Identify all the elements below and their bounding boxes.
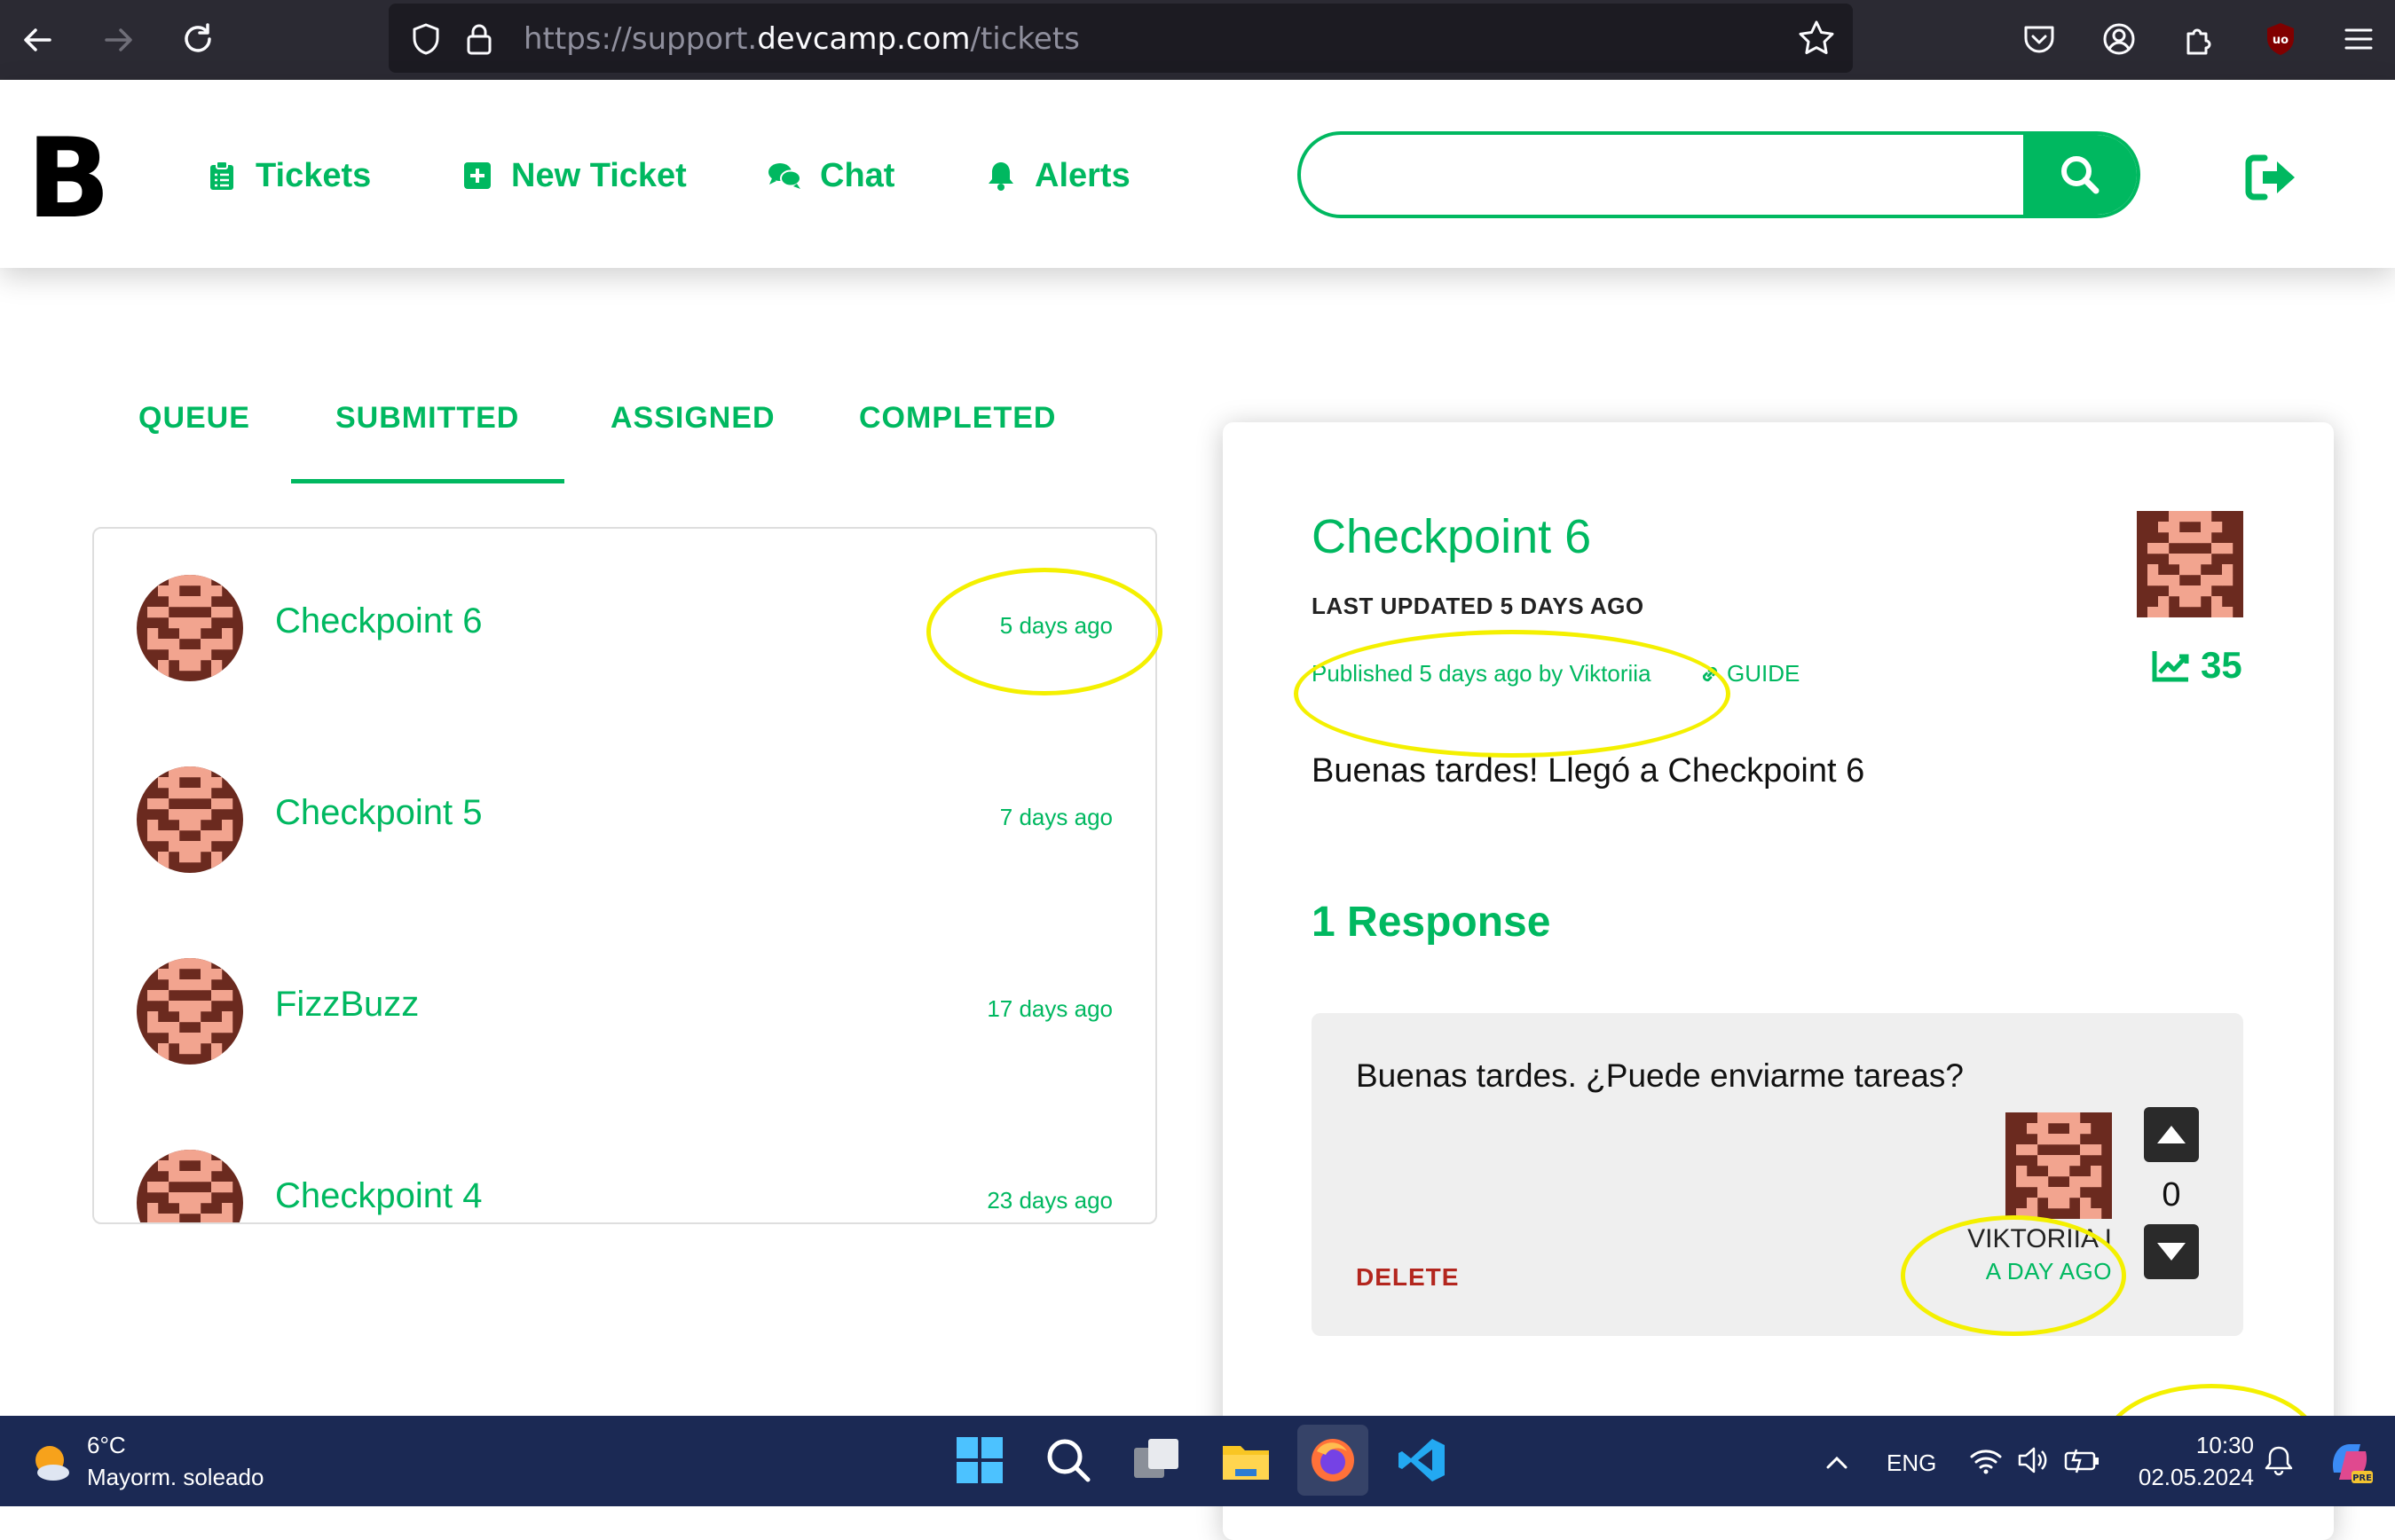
nav-new-ticket[interactable]: New Ticket [461,151,687,200]
nav-alerts-label: Alerts [1035,156,1131,194]
tab-completed[interactable]: COMPLETED [859,401,1056,436]
ticket-time: 7 days ago [999,804,1113,830]
url-domain: devcamp.com [757,21,971,57]
menu-icon[interactable] [2339,20,2378,59]
avatar [137,766,243,873]
language-indicator[interactable]: ENG [1887,1450,1936,1477]
nav-chat-label: Chat [820,156,895,194]
clipboard-icon [210,161,233,190]
nav-tickets[interactable]: Tickets [206,151,371,200]
responses-heading: 1 Response [1312,899,1551,946]
caret-up-icon [2157,1126,2186,1143]
highlight-circle [1901,1215,2126,1336]
chat-bubbles-icon [768,163,801,189]
nav-tickets-label: Tickets [256,156,372,194]
task-view-icon[interactable] [1131,1434,1184,1487]
forward-icon[interactable] [98,20,138,60]
response-avatar [2005,1112,2112,1220]
guide-label: GUIDE [1727,660,1800,687]
logout-icon[interactable] [2241,149,2298,206]
avatar [137,1150,243,1222]
search-icon [2061,156,2100,194]
weather-sun-icon[interactable] [23,1437,76,1490]
windows-start-icon[interactable] [953,1434,1006,1487]
upvote-button[interactable] [2144,1107,2199,1162]
url-path: /tickets [970,21,1080,57]
response-text: Buenas tardes. ¿Puede enviarme tareas? [1356,1057,1964,1094]
ticket-time: 23 days ago [987,1187,1113,1214]
detail-title: Checkpoint 6 [1312,510,1592,563]
weather-temperature[interactable]: 6°C [87,1432,126,1459]
author-avatar [2137,511,2243,618]
avatar [137,575,243,681]
weather-description[interactable]: Mayorm. soleado [87,1464,264,1491]
wifi-icon[interactable] [1968,1442,2004,1478]
downvote-button[interactable] [2144,1224,2199,1279]
tab-assigned[interactable]: ASSIGNED [611,401,776,436]
caret-down-icon [2157,1243,2186,1261]
nav-chat[interactable]: Chat [767,151,894,200]
ublock-icon[interactable]: uo [2261,20,2300,59]
view-count-value: 35 [2201,644,2242,686]
plus-square-icon [464,162,491,189]
tray-chevron-up-icon[interactable] [1821,1446,1853,1478]
ticket-title[interactable]: Checkpoint 4 [275,1176,482,1216]
clock-date[interactable]: 02.05.2024 [2112,1464,2254,1491]
lock-icon[interactable] [460,20,499,59]
svg-text:PRE: PRE [2352,1473,2372,1483]
ticket-row[interactable]: Checkpoint 4 23 days ago [94,1104,1155,1222]
reload-icon[interactable] [177,20,218,60]
ticket-title[interactable]: Checkpoint 6 [275,601,482,641]
svg-text:uo: uo [2273,34,2289,47]
nav-new-ticket-label: New Ticket [511,156,687,194]
search-input[interactable] [1301,135,2027,215]
view-count: 35 [2151,644,2242,687]
chart-line-icon [2152,651,2189,682]
vscode-icon[interactable] [1395,1434,1448,1487]
address-bar[interactable]: https://support.devcamp.com/tickets [389,4,1853,73]
ticket-time: 17 days ago [987,995,1113,1022]
url-prefix: https://support. [524,21,758,57]
firefox-taskbar-button[interactable] [1297,1425,1368,1496]
delete-button[interactable]: DELETE [1356,1263,1459,1292]
highlight-circle [926,568,1162,695]
account-icon[interactable] [2100,20,2139,59]
clock-time[interactable]: 10:30 [2112,1432,2254,1459]
tab-queue[interactable]: QUEUE [138,401,250,436]
volume-icon[interactable] [2014,1442,2050,1478]
vote-count: 0 [2162,1176,2181,1214]
shield-icon[interactable] [406,20,445,59]
ticket-title[interactable]: Checkpoint 5 [275,793,482,833]
search-button[interactable] [2023,135,2137,215]
active-tab-indicator [291,479,564,483]
tab-submitted[interactable]: SUBMITTED [335,401,519,436]
pocket-icon[interactable] [2020,20,2059,59]
search-taskbar-icon[interactable] [1042,1434,1095,1487]
ticket-row[interactable]: FizzBuzz 17 days ago [94,912,1155,1104]
ticket-title[interactable]: FizzBuzz [275,985,419,1025]
copilot-icon[interactable]: PRE [2325,1437,2375,1487]
firefox-icon [1312,1439,1354,1481]
bell-icon [989,162,1013,191]
nav-alerts[interactable]: Alerts [985,151,1131,200]
notification-bell-icon[interactable] [2261,1442,2297,1478]
url-text[interactable]: https://support.devcamp.com/tickets [524,21,1080,57]
file-explorer-icon[interactable] [1219,1434,1272,1487]
last-updated-text: LAST UPDATED 5 DAYS AGO [1312,593,1644,619]
back-icon[interactable] [18,20,59,60]
ticket-row[interactable]: Checkpoint 5 7 days ago [94,720,1155,912]
battery-icon[interactable] [2062,1442,2101,1478]
bookmark-star-icon[interactable] [1796,18,1837,59]
avatar [137,958,243,1065]
ticket-body: Buenas tardes! Llegó a Checkpoint 6 [1312,752,1865,790]
extensions-icon[interactable] [2179,20,2218,59]
site-logo[interactable]: B [27,124,111,234]
search-box [1297,131,2140,218]
highlight-circle [1294,630,1730,758]
